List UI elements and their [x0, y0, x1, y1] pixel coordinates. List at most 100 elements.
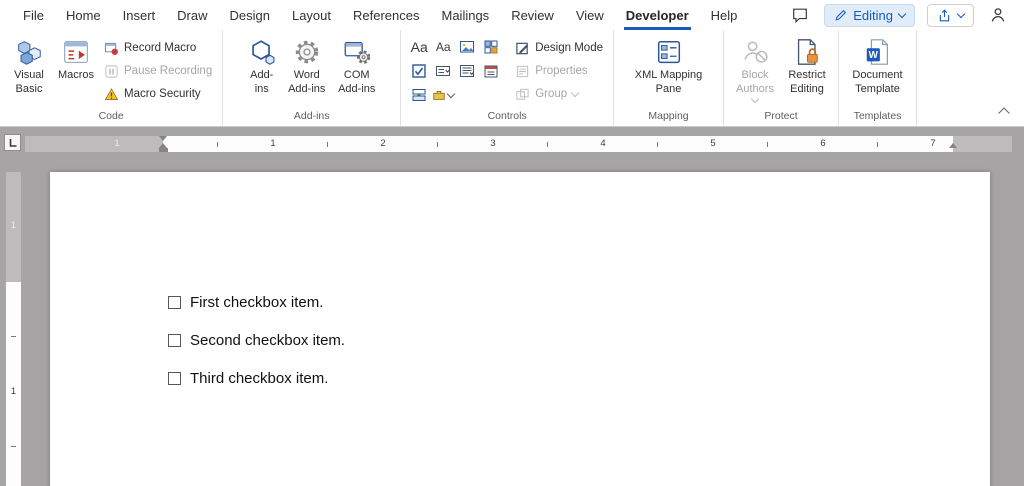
ruler-number: 1 [11, 386, 16, 397]
restrict-editing-label: Restrict Editing [784, 69, 830, 97]
group-label-mapping: Mapping [620, 109, 717, 126]
picture-content-control-button[interactable] [455, 35, 479, 59]
group-label-templates: Templates [845, 109, 910, 126]
repeating-section-content-control-button[interactable] [407, 83, 431, 107]
record-macro-icon [104, 41, 119, 56]
ruler-number: 7 [930, 138, 935, 150]
word-addins-button[interactable]: Word Add-ins [283, 33, 331, 97]
ribbon-group-templates: W Document Template Templates [839, 30, 917, 126]
controls-small-buttons: Design Mode Properties Group [511, 33, 607, 109]
tab-mailings[interactable]: Mailings [431, 0, 501, 30]
building-block-gallery-button[interactable] [479, 35, 503, 59]
checkbox-paragraph[interactable]: First checkbox item. [168, 292, 950, 313]
ribbon-tabs: File Home Insert Draw Design Layout Refe… [0, 0, 748, 30]
com-addins-button[interactable]: COM Add-ins [333, 33, 381, 97]
checkbox-content-control-button[interactable] [407, 59, 431, 83]
warning-triangle-icon [104, 87, 119, 102]
pause-recording-button: Pause Recording [100, 60, 216, 83]
person-icon [989, 6, 1007, 24]
legacy-tools-button[interactable] [431, 83, 455, 107]
horizontal-ruler[interactable]: 1 1 2 3 4 5 6 7 [25, 136, 1012, 152]
ruler-number: 1 [11, 220, 16, 231]
properties-button: Properties [511, 60, 607, 83]
group-label-controls: Controls [407, 109, 607, 126]
content-controls-grid: Aa Aa [407, 35, 503, 107]
ribbon-group-protect: Block Authors Restrict Editing Protect [724, 30, 839, 126]
first-line-indent-marker[interactable] [159, 136, 167, 141]
left-tab-stop-icon [8, 138, 18, 148]
tab-stop-selector[interactable] [4, 134, 21, 151]
left-indent-marker[interactable] [159, 148, 168, 152]
properties-icon [515, 64, 530, 79]
design-mode-button[interactable]: Design Mode [511, 37, 607, 60]
ruler-number: 2 [380, 138, 385, 150]
ruler-number: 5 [710, 138, 715, 150]
vertical-ruler-text-area [6, 282, 21, 486]
xml-mapping-icon [654, 37, 684, 67]
tab-draw[interactable]: Draw [166, 0, 218, 30]
ribbon-developer: Visual Basic Macros Record Macro [0, 30, 1024, 127]
ribbon-tab-bar: File Home Insert Draw Design Layout Refe… [0, 0, 1024, 30]
macros-icon [61, 37, 91, 67]
editing-mode-button[interactable]: Editing [824, 4, 915, 27]
visual-basic-icon [14, 37, 44, 67]
document-template-button[interactable]: W Document Template [847, 33, 909, 97]
com-addins-icon [342, 37, 372, 67]
checkbox-control[interactable] [168, 372, 181, 385]
group-objects-icon [515, 87, 530, 102]
macros-button[interactable]: Macros [54, 33, 98, 83]
tab-home[interactable]: Home [55, 0, 112, 30]
addins-label: Add-ins [245, 69, 279, 97]
visual-basic-button[interactable]: Visual Basic [6, 33, 52, 97]
xml-mapping-pane-button[interactable]: XML Mapping Pane [628, 33, 710, 97]
block-authors-button: Block Authors [730, 33, 780, 102]
visual-basic-label: Visual Basic [8, 69, 50, 97]
tab-developer[interactable]: Developer [615, 0, 700, 30]
tab-layout[interactable]: Layout [281, 0, 342, 30]
presence-button[interactable] [986, 3, 1010, 27]
plain-text-content-control-button[interactable]: Aa [431, 35, 455, 59]
collapse-ribbon-button[interactable] [994, 105, 1014, 121]
legacy-tools-icon [432, 88, 446, 102]
tab-help[interactable]: Help [700, 0, 749, 30]
tab-references[interactable]: References [342, 0, 430, 30]
tab-view[interactable]: View [565, 0, 615, 30]
vertical-ruler[interactable]: 1 1 [6, 172, 21, 486]
ribbon-group-controls: Aa Aa [401, 30, 614, 126]
tab-file[interactable]: File [12, 0, 55, 30]
tab-design[interactable]: Design [219, 0, 281, 30]
date-picker-content-control-button[interactable] [479, 59, 503, 83]
addins-button[interactable]: Add-ins [243, 33, 281, 97]
tab-review[interactable]: Review [500, 0, 565, 30]
checkbox-paragraph[interactable]: Third checkbox item. [168, 368, 950, 389]
checkbox-control[interactable] [168, 334, 181, 347]
code-small-buttons: Record Macro Pause Recording Macro Secur… [100, 33, 216, 109]
record-macro-button[interactable]: Record Macro [100, 37, 216, 60]
tab-insert[interactable]: Insert [112, 0, 167, 30]
gear-icon [292, 37, 322, 67]
right-indent-marker[interactable] [949, 143, 957, 148]
restrict-editing-button[interactable]: Restrict Editing [782, 33, 832, 97]
checkbox-item-text: Second checkbox item. [190, 330, 345, 351]
calendar-icon [483, 63, 499, 79]
chevron-down-icon [898, 9, 906, 17]
pause-recording-label: Pause Recording [124, 65, 212, 77]
word-window: File Home Insert Draw Design Layout Refe… [0, 0, 1024, 486]
repeating-section-icon [411, 87, 427, 103]
dropdown-list-content-control-button[interactable] [455, 59, 479, 83]
document-page: First checkbox item. Second checkbox ite… [50, 172, 990, 486]
restrict-editing-icon [792, 37, 822, 67]
document-template-label: Document Template [849, 69, 907, 97]
dropdown-list-icon [459, 63, 475, 79]
document-body[interactable]: First checkbox item. Second checkbox ite… [50, 172, 990, 389]
comments-button[interactable] [788, 3, 812, 27]
share-button[interactable] [927, 4, 974, 27]
checkbox-control[interactable] [168, 296, 181, 309]
macro-security-button[interactable]: Macro Security [100, 83, 216, 106]
combo-box-content-control-button[interactable] [431, 59, 455, 83]
ribbon-group-code: Visual Basic Macros Record Macro [0, 30, 223, 126]
rich-text-content-control-button[interactable]: Aa [407, 35, 431, 59]
menubar-right-actions: Editing [788, 3, 1024, 27]
checkbox-paragraph[interactable]: Second checkbox item. [168, 330, 950, 351]
record-macro-label: Record Macro [124, 42, 196, 54]
